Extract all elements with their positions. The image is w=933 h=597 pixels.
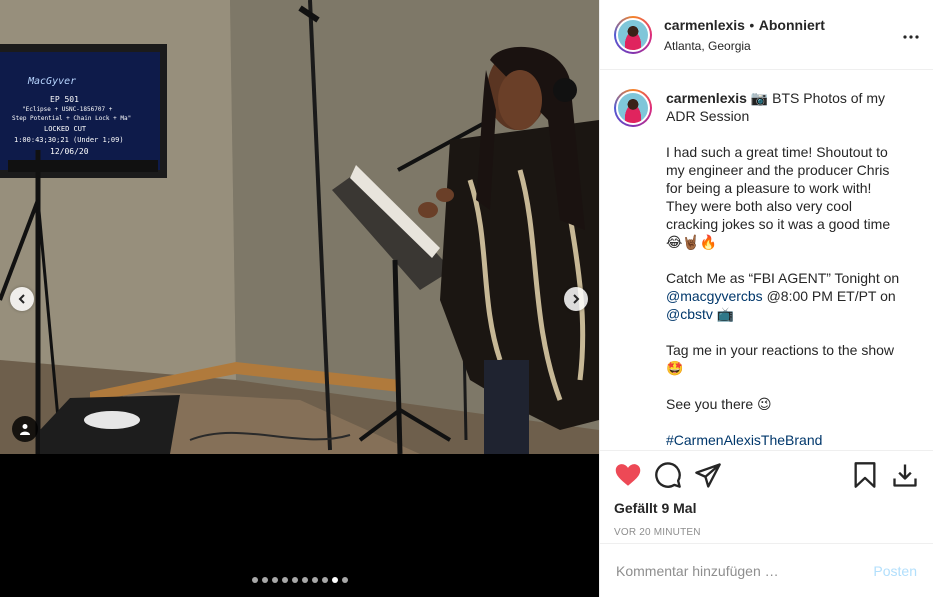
post-timestamp[interactable]: VOR 20 MINUTEN xyxy=(614,527,919,538)
separator: • xyxy=(749,16,755,33)
comment-form: Posten xyxy=(600,543,933,597)
carousel-dot xyxy=(271,577,278,583)
comment-input[interactable] xyxy=(616,562,874,579)
avatar[interactable] xyxy=(614,15,652,54)
caption-avatar[interactable] xyxy=(614,89,652,127)
likes-count[interactable]: Gefällt 9 Mal xyxy=(614,500,919,516)
tv-line-2: Step Potential + Chain Lock + Ma" xyxy=(12,115,132,122)
username-link[interactable]: carmenlexis xyxy=(664,17,745,33)
tv-line-4: 1:00:43;30;21 (Under 1;09) xyxy=(14,136,124,144)
post-actions: Gefällt 9 Mal VOR 20 MINUTEN xyxy=(600,450,933,543)
caption-paragraph-3: Tag me in your reactions to the show 🤩 xyxy=(666,342,895,376)
carousel-dot xyxy=(311,577,318,583)
tv-episode: EP 501 xyxy=(50,95,79,104)
user-icon xyxy=(20,424,30,435)
carousel-indicator xyxy=(0,577,599,583)
carousel-dot xyxy=(261,577,268,583)
post-comment-button[interactable]: Posten xyxy=(873,563,917,579)
caption-text: carmenlexis 📷 BTS Photos of my ADR Sessi… xyxy=(666,89,906,449)
comment-icon[interactable] xyxy=(654,461,682,489)
carousel-dot xyxy=(321,577,328,583)
caption-paragraph-2a: Catch Me as “FBI AGENT” Tonight on xyxy=(666,270,900,286)
tagged-users-button[interactable] xyxy=(12,416,38,442)
heart-filled-icon[interactable] xyxy=(614,461,642,489)
more-options-button[interactable] xyxy=(903,26,919,44)
carousel-dot xyxy=(301,577,308,583)
chevron-left-icon xyxy=(18,294,25,304)
carousel-dot xyxy=(281,577,288,583)
chevron-right-icon xyxy=(573,294,580,304)
post-sidebar: carmenlexis • Abonniert Atlanta, Georgia… xyxy=(599,0,933,597)
post-photo[interactable]: MacGyver EP 501 "Eclipse + USNC-1856707 … xyxy=(0,0,599,454)
studio-photo xyxy=(0,0,599,454)
tv-line-5: 12/06/20 xyxy=(50,147,89,156)
post-header: carmenlexis • Abonniert Atlanta, Georgia xyxy=(600,0,933,70)
tv-line-1: "Eclipse + USNC-1856707 + xyxy=(22,106,113,113)
caption-username[interactable]: carmenlexis xyxy=(666,90,747,106)
follow-status-button[interactable]: Abonniert xyxy=(759,17,825,33)
post-media[interactable]: MacGyver EP 501 "Eclipse + USNC-1856707 … xyxy=(0,0,599,597)
caption-paragraph-2b: @8:00 PM ET/PT on xyxy=(762,288,896,304)
location-link[interactable]: Atlanta, Georgia xyxy=(664,39,903,53)
tv-line-3: LOCKED CUT xyxy=(44,125,87,133)
mention-cbstv[interactable]: @cbstv xyxy=(666,306,713,322)
carousel-dot xyxy=(291,577,298,583)
carousel-dot xyxy=(341,577,348,583)
download-icon[interactable] xyxy=(891,461,919,489)
hashtag-link[interactable]: #CarmenAlexisTheBrand xyxy=(666,431,906,449)
carousel-next-button[interactable] xyxy=(564,287,588,311)
carousel-dot xyxy=(331,577,338,583)
paper-plane-icon[interactable] xyxy=(694,461,722,489)
tv-logo: MacGyver xyxy=(28,76,77,87)
caption-paragraph-1: I had such a great time! Shoutout to my … xyxy=(666,144,891,250)
bookmark-icon[interactable] xyxy=(851,461,879,489)
caption-paragraph-2c: 📺 xyxy=(712,306,735,322)
caption-paragraph-4: See you there 😉 xyxy=(666,396,772,412)
carousel-dot xyxy=(251,577,258,583)
caption-scroll-area[interactable]: carmenlexis 📷 BTS Photos of my ADR Sessi… xyxy=(600,71,933,449)
mention-macgyvercbs[interactable]: @macgyvercbs xyxy=(666,288,763,304)
carousel-prev-button[interactable] xyxy=(10,287,34,311)
more-horizontal-icon xyxy=(903,34,919,39)
